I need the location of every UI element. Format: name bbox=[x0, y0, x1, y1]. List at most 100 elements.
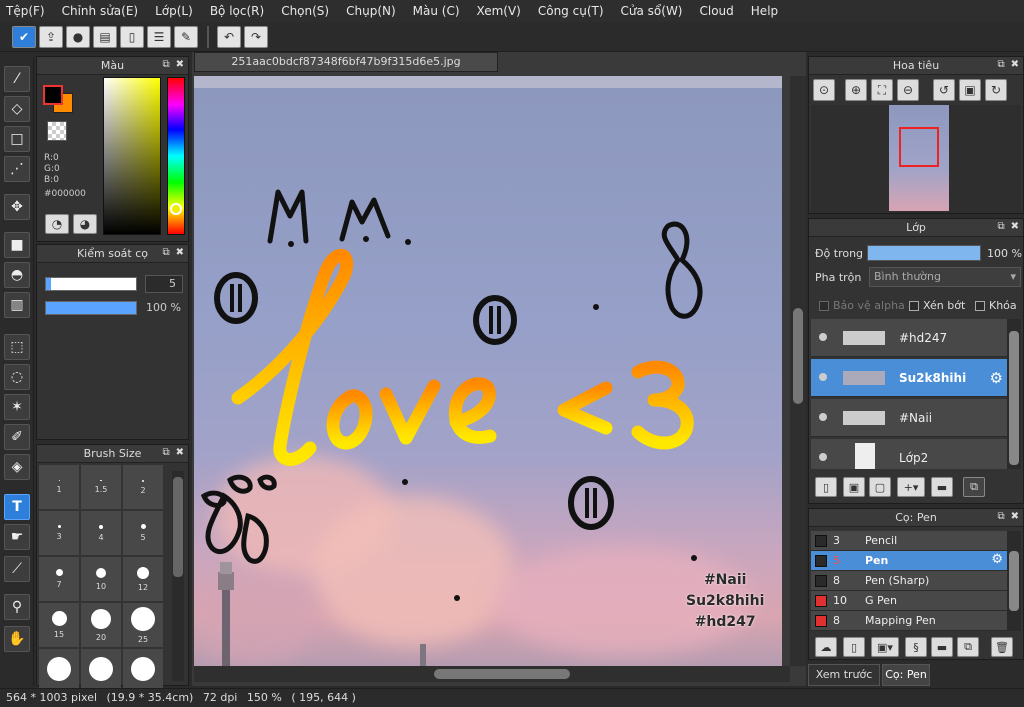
magic-wand-icon[interactable]: ✶ bbox=[4, 394, 30, 420]
brush-size-value[interactable]: 5 bbox=[145, 275, 183, 293]
layer-item[interactable]: Su2k8hihi ⚙ bbox=[811, 359, 1007, 397]
speech-bubble-icon[interactable]: ● bbox=[66, 25, 90, 48]
trash-icon[interactable]: 🗑 bbox=[991, 637, 1013, 657]
float-icon[interactable]: ⧉ bbox=[997, 59, 1004, 70]
gradient-icon[interactable]: ▥ bbox=[4, 292, 30, 318]
menu-color[interactable]: Màu (C) bbox=[413, 4, 460, 18]
float-icon[interactable]: ⧉ bbox=[997, 511, 1004, 522]
tab-brush-preview[interactable]: Xem trước cọ bbox=[808, 664, 880, 701]
duplicate-layer-icon[interactable]: ⧉ bbox=[963, 477, 985, 497]
clipping-checkbox[interactable]: Xén bớt bbox=[909, 299, 965, 312]
brush-opacity-slider[interactable] bbox=[45, 301, 137, 315]
brush-item[interactable]: 10 G Pen bbox=[811, 591, 1007, 611]
brush-size-preset[interactable]: 7 bbox=[39, 557, 79, 601]
move-icon[interactable]: ✥ bbox=[4, 194, 30, 220]
brush-size-scrollbar[interactable] bbox=[172, 471, 184, 681]
lock-checkbox[interactable]: Khóa bbox=[975, 299, 1017, 312]
redo-icon[interactable]: ↷ bbox=[244, 25, 268, 48]
menu-filter[interactable]: Bộ lọc(R) bbox=[210, 4, 264, 18]
menu-cloud[interactable]: Cloud bbox=[700, 4, 734, 18]
layer-item[interactable]: #Naii bbox=[811, 399, 1007, 437]
menu-view[interactable]: Xem(V) bbox=[477, 4, 521, 18]
new-layer-icon[interactable]: ▯ bbox=[815, 477, 837, 497]
float-icon[interactable]: ⧉ bbox=[162, 247, 169, 258]
canvas-vertical-scrollbar[interactable] bbox=[790, 76, 806, 666]
brush-size-preset[interactable] bbox=[81, 649, 121, 693]
eye-icon[interactable] bbox=[819, 413, 827, 421]
list-icon[interactable]: ☰ bbox=[147, 25, 171, 48]
menu-edit[interactable]: Chỉnh sửa(E) bbox=[62, 4, 139, 18]
brush-icon[interactable]: ⁄ bbox=[4, 66, 30, 92]
cloud-download-icon[interactable]: ☁ bbox=[815, 637, 837, 657]
select-pen-icon[interactable]: ✐ bbox=[4, 424, 30, 450]
rotate-right-icon[interactable]: ↻ bbox=[985, 79, 1007, 101]
color-picker-icon[interactable]: ◕ bbox=[73, 214, 97, 234]
eye-icon[interactable] bbox=[819, 333, 827, 341]
close-icon[interactable]: ✖ bbox=[176, 247, 184, 258]
protect-alpha-checkbox[interactable]: Bảo vệ alpha bbox=[819, 299, 905, 312]
close-icon[interactable]: ✖ bbox=[176, 447, 184, 458]
scroll-thumb[interactable] bbox=[434, 669, 570, 679]
document-tab[interactable]: 251aac0bdcf87348f6bf47b9f315d6e5.jpg bbox=[194, 52, 498, 72]
gear-icon[interactable]: ⚙ bbox=[990, 369, 1003, 387]
float-icon[interactable]: ⧉ bbox=[162, 447, 169, 458]
brush-size-preset[interactable] bbox=[123, 649, 163, 693]
eyedropper-icon[interactable]: ⚲ bbox=[4, 594, 30, 620]
zoom-in-icon[interactable]: ⊕ bbox=[845, 79, 867, 101]
brush-size-preset[interactable]: 15 bbox=[39, 603, 79, 647]
brush-size-preset[interactable]: 4 bbox=[81, 511, 121, 555]
canvas-horizontal-scrollbar[interactable] bbox=[194, 666, 790, 682]
dot-line-icon[interactable]: ⋰ bbox=[4, 156, 30, 182]
rotate-left-icon[interactable]: ↺ bbox=[933, 79, 955, 101]
brush-list-scrollbar[interactable] bbox=[1007, 531, 1021, 631]
comment-icon[interactable]: ▤ bbox=[93, 25, 117, 48]
layer-item[interactable]: #hd247 bbox=[811, 319, 1007, 357]
folder-icon[interactable]: ▬ bbox=[931, 477, 953, 497]
menu-tools[interactable]: Công cụ(T) bbox=[538, 4, 604, 18]
brush-size-preset[interactable]: 12 bbox=[123, 557, 163, 601]
rectangle-icon[interactable]: □ bbox=[4, 126, 30, 152]
scroll-thumb[interactable] bbox=[173, 477, 183, 577]
brush-size-preset[interactable]: 25 bbox=[123, 603, 163, 647]
brush-size-preset[interactable]: 2 bbox=[123, 465, 163, 509]
share-icon[interactable]: ⇪ bbox=[39, 25, 63, 48]
scroll-thumb[interactable] bbox=[793, 308, 803, 404]
menu-layer[interactable]: Lớp(L) bbox=[155, 4, 193, 18]
fit-view-icon[interactable]: ⛶ bbox=[871, 79, 893, 101]
blend-mode-select[interactable]: Bình thường ▾ bbox=[869, 267, 1021, 287]
brush-size-preset[interactable]: 1.5 bbox=[81, 465, 121, 509]
brush-size-preset[interactable]: 10 bbox=[81, 557, 121, 601]
hand-pointer-icon[interactable]: ☛ bbox=[4, 524, 30, 550]
document-icon[interactable]: ▯ bbox=[120, 25, 144, 48]
float-icon[interactable]: ⧉ bbox=[997, 221, 1004, 232]
menu-select[interactable]: Chọn(S) bbox=[281, 4, 329, 18]
eraser-icon[interactable]: ◇ bbox=[4, 96, 30, 122]
brush-size-preset[interactable]: 3 bbox=[39, 511, 79, 555]
float-icon[interactable]: ⧉ bbox=[162, 59, 169, 70]
brush-size-slider[interactable] bbox=[45, 277, 137, 291]
layer-list-scrollbar[interactable] bbox=[1007, 319, 1021, 469]
duplicate-brush-icon[interactable]: ⧉ bbox=[957, 637, 979, 657]
foreground-color-swatch[interactable] bbox=[43, 85, 63, 105]
menu-help[interactable]: Help bbox=[751, 4, 778, 18]
brush-size-preset[interactable]: 1 bbox=[39, 465, 79, 509]
brush-size-preset[interactable] bbox=[39, 649, 79, 693]
brush-item[interactable]: 3 Pencil bbox=[811, 531, 1007, 551]
new-8bit-layer-icon[interactable]: ▣ bbox=[843, 477, 865, 497]
new-1bit-layer-icon[interactable]: ▢ bbox=[869, 477, 891, 497]
eye-icon[interactable] bbox=[819, 373, 827, 381]
text-icon[interactable]: T bbox=[4, 494, 30, 520]
navigator-viewport-rect[interactable] bbox=[899, 127, 939, 167]
scroll-thumb[interactable] bbox=[1009, 551, 1019, 611]
layer-opacity-slider[interactable] bbox=[867, 245, 981, 261]
brush-size-preset[interactable]: 5 bbox=[123, 511, 163, 555]
tab-brush-pen[interactable]: Cọ: Pen bbox=[882, 664, 930, 686]
rect-select-icon[interactable]: ⬚ bbox=[4, 334, 30, 360]
brush-settings-icon[interactable]: § bbox=[905, 637, 927, 657]
edit-list-icon[interactable]: ✎ bbox=[174, 25, 198, 48]
menu-window[interactable]: Cửa sổ(W) bbox=[621, 4, 683, 18]
eye-icon[interactable] bbox=[819, 453, 827, 461]
menu-file[interactable]: Tệp(F) bbox=[6, 4, 45, 18]
hand-icon[interactable]: ✋ bbox=[4, 626, 30, 652]
transparent-color-swatch[interactable] bbox=[47, 121, 67, 141]
